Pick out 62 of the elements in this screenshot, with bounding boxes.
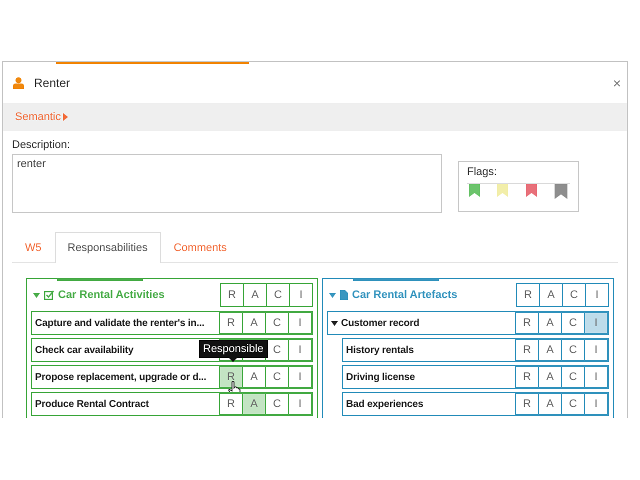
raci-cell[interactable]: I [288, 339, 312, 361]
caret-icon [62, 113, 68, 121]
raci-cell[interactable]: A [538, 312, 562, 334]
flag-icon[interactable] [554, 184, 568, 199]
raci-cell[interactable]: R [515, 312, 539, 334]
raci-cell[interactable]: C [561, 366, 585, 388]
row-label[interactable]: Produce Rental Contract [32, 398, 149, 410]
panel-title: Car Rental Activities [58, 289, 165, 301]
raci-cell[interactable]: C [561, 312, 585, 334]
raci-cell[interactable]: I [584, 366, 608, 388]
caret-icon[interactable] [331, 320, 338, 326]
checkbox-icon [44, 290, 54, 300]
row-label[interactable]: Propose replacement, upgrade or d... [32, 372, 206, 382]
raci-cell[interactable]: A [538, 366, 562, 388]
raci-cell[interactable]: R [219, 312, 243, 334]
description-label: Description: [12, 139, 72, 151]
row-label[interactable]: History rentals [343, 344, 414, 356]
tab[interactable]: W5 [12, 232, 54, 263]
raci-cell[interactable]: R [515, 366, 539, 388]
close-button[interactable]: × [610, 74, 623, 90]
row-label[interactable]: Driving license [343, 372, 415, 382]
raci-cell[interactable]: A [538, 339, 562, 361]
raci-cell[interactable]: I [288, 312, 312, 334]
raci-cell[interactable]: A [538, 393, 562, 415]
column-header: I [585, 283, 609, 307]
flags-label: Flags: [467, 166, 498, 178]
flag-icon[interactable] [526, 184, 537, 197]
raci-cell[interactable]: A [242, 366, 266, 388]
column-header: A [243, 283, 267, 307]
raci-cell[interactable]: C [561, 339, 585, 361]
raci-cell[interactable]: R [515, 393, 539, 415]
column-header: C [562, 283, 586, 307]
raci-cell[interactable]: A [242, 393, 266, 415]
raci-cell[interactable]: A [242, 312, 266, 334]
raci-cell[interactable]: I [584, 339, 608, 361]
raci-cell[interactable]: I [584, 312, 608, 334]
raci-cell[interactable]: I [288, 393, 312, 415]
row-label[interactable]: Customer record [328, 318, 420, 328]
row-label[interactable]: Check car availability [32, 344, 134, 356]
raci-cell[interactable]: R [515, 339, 539, 361]
raci-cell[interactable]: R [219, 393, 243, 415]
column-header: A [539, 283, 563, 307]
raci-cell[interactable]: I [584, 393, 608, 415]
raci-cell[interactable]: C [265, 366, 289, 388]
row-label[interactable]: Bad experiences [343, 398, 424, 410]
tab[interactable]: Responsabilities [54, 232, 161, 263]
column-header: R [516, 283, 540, 307]
tab[interactable]: Comments [160, 232, 240, 263]
window-title: Renter [34, 76, 70, 90]
user-icon [13, 76, 24, 88]
raci-cell[interactable]: C [265, 312, 289, 334]
raci-cell[interactable]: C [265, 393, 289, 415]
raci-cell[interactable]: I [288, 366, 312, 388]
row-label[interactable]: Capture and validate the renter's in... [32, 318, 204, 328]
column-header: R [220, 283, 244, 307]
description-field[interactable]: renter [12, 154, 442, 213]
panel-title: Car Rental Artefacts [352, 289, 458, 301]
document-icon [340, 290, 348, 300]
column-header: C [266, 283, 290, 307]
column-header: I [289, 283, 313, 307]
raci-cell[interactable]: C [561, 393, 585, 415]
flag-icon[interactable] [469, 184, 480, 197]
